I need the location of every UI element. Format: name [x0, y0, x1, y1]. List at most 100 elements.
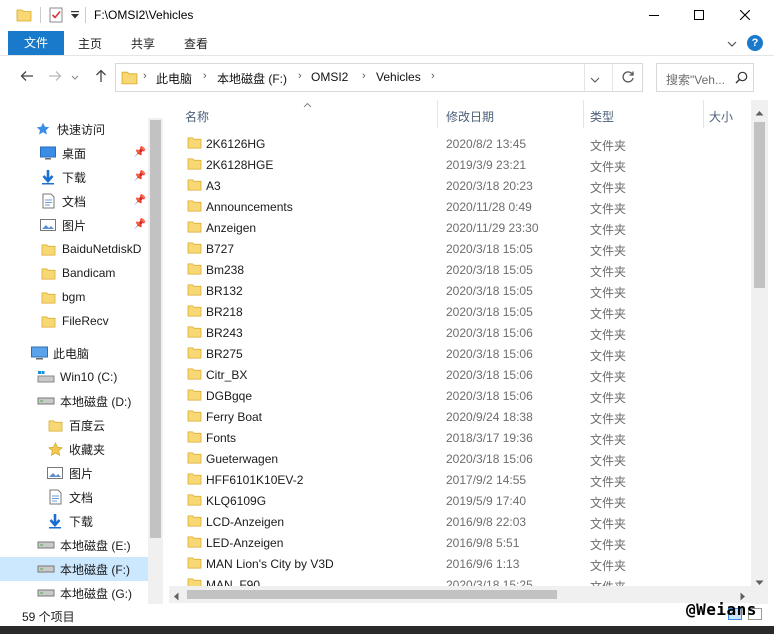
address-bar[interactable]: › 此电脑 › 本地磁盘 (F:) › OMSI2 › Vehicles ›: [115, 63, 643, 92]
breadcrumb-drive-f[interactable]: 本地磁盘 (F:): [217, 70, 287, 87]
properties-icon[interactable]: [49, 6, 64, 24]
table-row[interactable]: A3 2020/3/18 20:23 文件夹: [163, 175, 753, 196]
address-history-button[interactable]: [590, 73, 600, 87]
table-row[interactable]: DGBgqe 2020/3/18 15:06 文件夹: [163, 385, 753, 406]
table-row[interactable]: Fonts 2018/3/17 19:36 文件夹: [163, 427, 753, 448]
sidebar-item-bgm[interactable]: bgm: [0, 285, 148, 309]
tab-home[interactable]: 主页: [68, 33, 112, 55]
sidebar-item-this-pc[interactable]: 此电脑: [0, 341, 148, 365]
file-date: 2020/3/18 15:06: [446, 326, 533, 340]
table-row[interactable]: LCD-Anzeigen 2016/9/8 22:03 文件夹: [163, 511, 753, 532]
sidebar-item-desktop[interactable]: 桌面 📌: [0, 141, 148, 165]
maximize-button[interactable]: [676, 0, 722, 31]
pin-icon[interactable]: 📌: [134, 195, 146, 206]
column-header-type[interactable]: 类型: [590, 108, 614, 125]
column-divider[interactable]: [437, 100, 438, 128]
file-date: 2016/9/6 1:13: [446, 557, 520, 571]
vertical-scrollbar-thumb[interactable]: [754, 122, 765, 288]
horizontal-scrollbar[interactable]: [169, 586, 751, 603]
sidebar-item-win10-c[interactable]: Win10 (C:): [0, 365, 148, 389]
column-header-size[interactable]: 大小: [709, 108, 733, 125]
scroll-left-icon[interactable]: [173, 590, 179, 604]
table-row[interactable]: HFF6101K10EV-2 2017/9/2 14:55 文件夹: [163, 469, 753, 490]
table-row[interactable]: BR243 2020/3/18 15:06 文件夹: [163, 322, 753, 343]
table-row[interactable]: MAN Lion's City by V3D 2016/9/6 1:13 文件夹: [163, 553, 753, 574]
sidebar-item-favorites[interactable]: 收藏夹: [0, 437, 148, 461]
sidebar-item-label: BaiduNetdiskD: [62, 242, 142, 256]
column-header-date[interactable]: 修改日期: [446, 108, 494, 125]
column-divider[interactable]: [703, 100, 704, 128]
breadcrumb-separator[interactable]: ›: [203, 70, 207, 82]
breadcrumb-this-pc[interactable]: 此电脑: [156, 70, 192, 87]
table-row[interactable]: LED-Anzeigen 2016/9/8 5:51 文件夹: [163, 532, 753, 553]
table-row[interactable]: BR218 2020/3/18 15:05 文件夹: [163, 301, 753, 322]
sidebar-item-quick-access[interactable]: 快速访问: [0, 117, 148, 141]
forward-button[interactable]: [44, 66, 66, 88]
table-row[interactable]: 2K6128HGE 2019/3/9 23:21 文件夹: [163, 154, 753, 175]
sidebar-item-pc-downloads[interactable]: 下载: [0, 509, 148, 533]
breadcrumb-omsi2[interactable]: OMSI2: [311, 70, 348, 84]
vertical-scrollbar[interactable]: [751, 100, 768, 587]
file-date: 2016/9/8 22:03: [446, 515, 527, 529]
sidebar-item-pictures[interactable]: 图片 📌: [0, 213, 148, 237]
table-row[interactable]: B727 2020/3/18 15:05 文件夹: [163, 238, 753, 259]
up-button[interactable]: [90, 66, 112, 88]
table-row[interactable]: Ferry Boat 2020/9/24 18:38 文件夹: [163, 406, 753, 427]
sidebar-item-drive-g[interactable]: 本地磁盘 (G:): [0, 581, 148, 604]
column-header-name[interactable]: 名称: [185, 108, 209, 125]
table-row[interactable]: 2K6126HG 2020/8/2 13:45 文件夹: [163, 133, 753, 154]
tab-share[interactable]: 共享: [121, 33, 165, 55]
file-name: Ferry Boat: [206, 410, 263, 424]
horizontal-scrollbar-thumb[interactable]: [187, 590, 557, 599]
back-button[interactable]: [16, 66, 38, 88]
sidebar-item-bandicam[interactable]: Bandicam: [0, 261, 148, 285]
sidebar-item-drive-e[interactable]: 本地磁盘 (E:): [0, 533, 148, 557]
column-divider[interactable]: [583, 100, 584, 128]
file-type: 文件夹: [590, 328, 627, 342]
sidebar-item-drive-f[interactable]: 本地磁盘 (F:): [0, 557, 148, 581]
sidebar-item-pc-documents[interactable]: 文档: [0, 485, 148, 509]
tab-view[interactable]: 查看: [174, 33, 218, 55]
table-row[interactable]: Anzeigen 2020/11/29 23:30 文件夹: [163, 217, 753, 238]
file-type: 文件夹: [590, 202, 627, 216]
breadcrumb-separator[interactable]: ›: [431, 70, 435, 82]
sidebar-item-baidunetdisk[interactable]: BaiduNetdiskD: [0, 237, 148, 261]
table-row[interactable]: BR132 2020/3/18 15:05 文件夹: [163, 280, 753, 301]
recent-locations-button[interactable]: [68, 66, 82, 88]
customize-quick-access-icon[interactable]: [71, 6, 79, 24]
pin-icon[interactable]: 📌: [134, 171, 146, 182]
table-row[interactable]: Citr_BX 2020/3/18 15:06 文件夹: [163, 364, 753, 385]
table-row[interactable]: Bm238 2020/3/18 15:05 文件夹: [163, 259, 753, 280]
sidebar-item-documents[interactable]: 文档 📌: [0, 189, 148, 213]
pin-icon[interactable]: 📌: [134, 219, 146, 230]
sidebar-item-label: bgm: [62, 290, 86, 304]
table-row[interactable]: KLQ6109G 2019/5/9 17:40 文件夹: [163, 490, 753, 511]
expand-ribbon-icon[interactable]: [727, 37, 737, 51]
tab-file[interactable]: 文件: [8, 31, 64, 55]
sidebar-item-downloads[interactable]: 下载 📌: [0, 165, 148, 189]
folder-icon: [121, 70, 138, 88]
sidebar-scrollbar[interactable]: [148, 118, 163, 604]
close-button[interactable]: [722, 0, 768, 31]
forward-arrow-icon: [48, 70, 62, 85]
sidebar-scrollbar-thumb[interactable]: [150, 120, 161, 538]
breadcrumb-vehicles[interactable]: Vehicles: [376, 70, 421, 84]
sidebar-item-drive-d[interactable]: 本地磁盘 (D:): [0, 389, 148, 413]
scroll-up-icon[interactable]: [755, 105, 764, 119]
sidebar-item-filerecv[interactable]: FileRecv: [0, 309, 148, 333]
breadcrumb-separator[interactable]: ›: [362, 70, 366, 82]
breadcrumb-separator[interactable]: ›: [298, 70, 302, 82]
refresh-icon[interactable]: [621, 70, 635, 87]
sidebar-item-label: 本地磁盘 (E:): [60, 538, 131, 553]
table-row[interactable]: Announcements 2020/11/28 0:49 文件夹: [163, 196, 753, 217]
minimize-button[interactable]: [631, 0, 677, 31]
breadcrumb-separator[interactable]: ›: [143, 70, 147, 82]
pin-icon[interactable]: 📌: [134, 147, 146, 158]
search-input[interactable]: 搜索"Veh...: [656, 63, 754, 92]
table-row[interactable]: BR275 2020/3/18 15:06 文件夹: [163, 343, 753, 364]
sidebar-item-label: 快速访问: [57, 122, 106, 137]
help-icon[interactable]: ?: [747, 35, 763, 51]
sidebar-item-baiduyun[interactable]: 百度云: [0, 413, 148, 437]
table-row[interactable]: Gueterwagen 2020/3/18 15:06 文件夹: [163, 448, 753, 469]
sidebar-item-pc-pictures[interactable]: 图片: [0, 461, 148, 485]
